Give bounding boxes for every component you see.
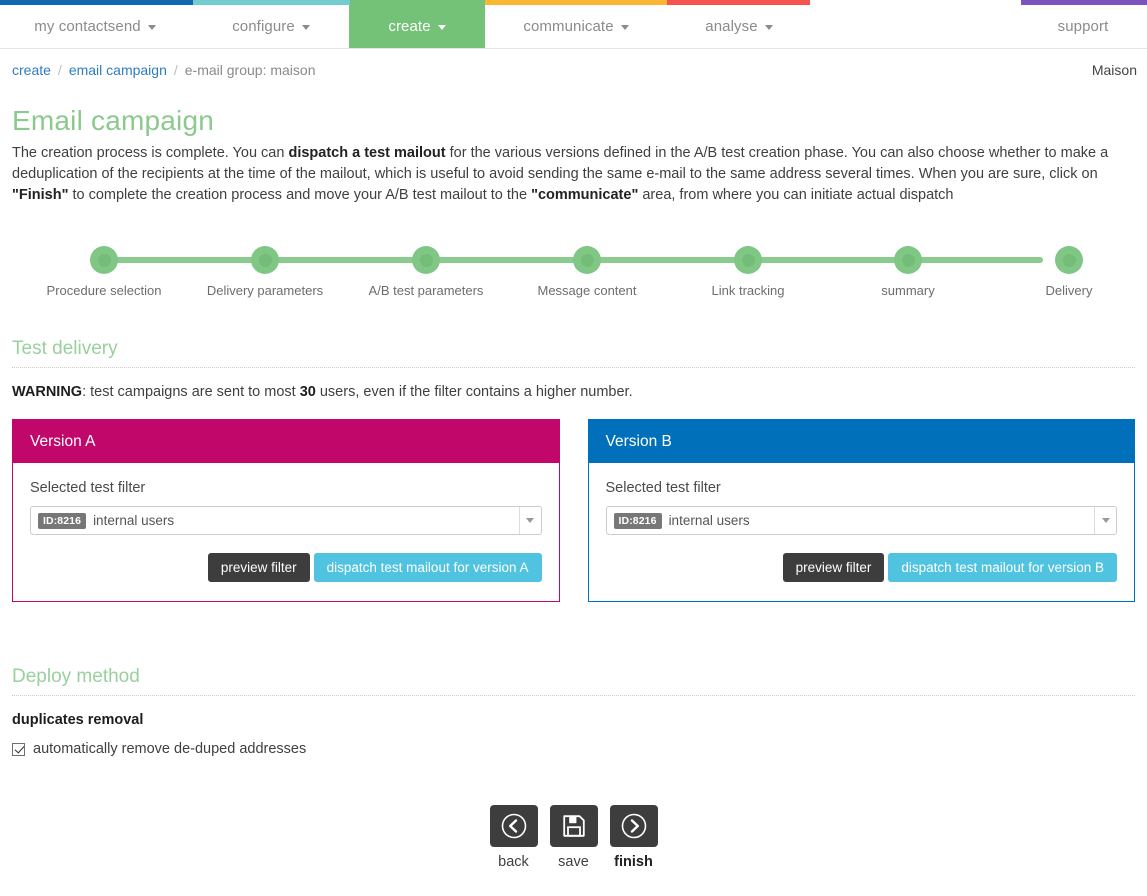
- stepper-step-3[interactable]: Message content: [512, 238, 662, 299]
- stepper-step-0[interactable]: Procedure selection: [29, 238, 179, 299]
- breadcrumb-separator: /: [173, 62, 178, 78]
- nav-item-label: configure: [232, 18, 295, 35]
- chevron-right-circle-icon: [609, 805, 658, 847]
- page-content: Email campaign The creation process is c…: [0, 91, 1147, 884]
- stepper-step-2[interactable]: A/B test parameters: [351, 238, 501, 299]
- version-panel-title-text: Version B: [605, 432, 672, 450]
- section-divider-2: [12, 695, 1135, 696]
- test-filter-select[interactable]: ID:8216 internal users: [30, 506, 542, 535]
- version-panel-actions: preview filter dispatch test mailout for …: [606, 553, 1117, 582]
- chevron-down-icon: [764, 25, 773, 30]
- duplicates-removal-label: duplicates removal: [12, 712, 144, 728]
- version-panel-title: Version B: [588, 420, 1134, 463]
- top-navbar: my contactsend configure create communicate…: [0, 0, 1147, 49]
- selected-test-filter-label: Selected test filter: [30, 480, 146, 496]
- preview-filter-button[interactable]: preview filter: [207, 553, 310, 582]
- nav-item-communicate[interactable]: communicate: [497, 5, 655, 48]
- test-delivery-heading: Test delivery: [12, 338, 118, 359]
- stepper-step-label: Delivery: [1045, 283, 1093, 298]
- stepper-step-5[interactable]: summary: [833, 238, 983, 299]
- breadcrumb: create / email campaign / e-mail group: mais…: [12, 62, 316, 78]
- chevron-down-icon[interactable]: [518, 507, 541, 534]
- dispatch-test-mailout-button[interactable]: dispatch test mailout for version A: [313, 553, 542, 582]
- wizard-footer-actions: back save finish: [12, 805, 1135, 884]
- finish-button-label: finish: [614, 854, 653, 870]
- breadcrumb-item-0[interactable]: create: [12, 62, 51, 78]
- chevron-down-icon: [301, 25, 310, 30]
- step-completed-icon: [251, 246, 279, 274]
- filter-name: internal users: [668, 513, 750, 528]
- test-delivery-warning: WARNING: test campaigns are sent to most…: [12, 384, 633, 400]
- version-panels: Version A Selected test filter ID:8216 inte…: [12, 419, 1135, 602]
- step-completed-icon: [734, 246, 762, 274]
- version-panel-body: Selected test filter ID:8216 internal user…: [13, 463, 559, 601]
- stepper-step-1[interactable]: Delivery parameters: [190, 238, 340, 299]
- chevron-left-circle-icon: [489, 805, 538, 847]
- stepper-step-label: Delivery parameters: [206, 283, 324, 298]
- stepper-step-label: A/B test parameters: [368, 283, 484, 298]
- nav-item-label: communicate: [523, 18, 614, 35]
- nav-item-create[interactable]: create: [349, 5, 485, 48]
- page-title: Email campaign: [12, 105, 214, 136]
- nav-item-support[interactable]: support: [1030, 5, 1136, 48]
- version-panel-body: Selected test filter ID:8216 internal user…: [589, 463, 1135, 601]
- nav-item-label: my contactsend: [34, 18, 141, 35]
- nav-item-my-contactsend[interactable]: my contactsend: [10, 5, 180, 48]
- version-panel-a: Version A Selected test filter ID:8216 inte…: [12, 419, 560, 602]
- section-divider: [12, 367, 1135, 368]
- dispatch-test-mailout-button[interactable]: dispatch test mailout for version B: [888, 553, 1117, 582]
- save-button-label: save: [558, 854, 589, 870]
- deploy-method-heading: Deploy method: [12, 666, 140, 687]
- chevron-down-icon: [147, 25, 156, 30]
- filter-id-badge: ID:8216: [613, 512, 662, 529]
- stepper-step-6[interactable]: Delivery: [994, 238, 1144, 299]
- stepper-step-label: Procedure selection: [46, 283, 162, 298]
- nav-item-label: support: [1057, 18, 1109, 35]
- chevron-down-icon[interactable]: [1094, 507, 1116, 534]
- chevron-down-icon: [437, 25, 446, 30]
- step-completed-icon: [894, 246, 922, 274]
- wizard-stepper: Procedure selection Delivery parameters A/…: [12, 238, 1135, 328]
- preview-filter-button[interactable]: preview filter: [782, 553, 885, 582]
- nav-item-label: create: [388, 18, 431, 35]
- breadcrumb-item-1[interactable]: email campaign: [69, 62, 167, 78]
- organization-name: Maison: [1091, 62, 1137, 78]
- filter-id-badge: ID:8216: [38, 512, 87, 529]
- version-panel-b: Version B Selected test filter ID:8216 inte…: [587, 419, 1135, 602]
- stepper-step-label: summary: [881, 283, 935, 298]
- back-button-label: back: [498, 854, 529, 870]
- dedupe-checkbox[interactable]: [12, 742, 25, 756]
- chevron-down-icon: [620, 25, 629, 30]
- step-completed-icon: [1055, 246, 1083, 274]
- save-button[interactable]: save: [549, 805, 598, 870]
- back-button[interactable]: back: [489, 805, 538, 870]
- step-completed-icon: [90, 246, 118, 274]
- dedupe-checkbox-label: automatically remove de-duped addresses: [33, 741, 307, 757]
- version-panel-actions: preview filter dispatch test mailout for …: [30, 553, 542, 582]
- selected-test-filter-label: Selected test filter: [605, 480, 721, 496]
- test-filter-select[interactable]: ID:8216 internal users: [605, 506, 1117, 535]
- stepper-step-4[interactable]: Link tracking: [673, 238, 823, 299]
- breadcrumb-bar: create / email campaign / e-mail group: mais…: [0, 49, 1147, 91]
- step-completed-icon: [412, 246, 440, 274]
- nav-item-label: analyse: [705, 18, 758, 35]
- version-panel-title-text: Version A: [30, 432, 96, 450]
- dedupe-checkbox-row[interactable]: automatically remove de-duped addresses: [12, 741, 1135, 757]
- nav-item-configure[interactable]: configure: [196, 5, 346, 48]
- breadcrumb-item-2: e-mail group: maison: [184, 62, 316, 78]
- breadcrumb-separator: /: [57, 62, 62, 78]
- floppy-disk-icon: [549, 805, 598, 847]
- nav-item-analyse[interactable]: analyse: [680, 5, 798, 48]
- version-panel-title: Version A: [13, 420, 559, 463]
- filter-name: internal users: [93, 513, 175, 528]
- stepper-step-label: Link tracking: [711, 283, 785, 298]
- step-completed-icon: [573, 246, 601, 274]
- page-intro-text: The creation process is complete. You ca…: [12, 145, 1109, 203]
- finish-button[interactable]: finish: [609, 805, 658, 870]
- stepper-step-label: Message content: [537, 283, 637, 298]
